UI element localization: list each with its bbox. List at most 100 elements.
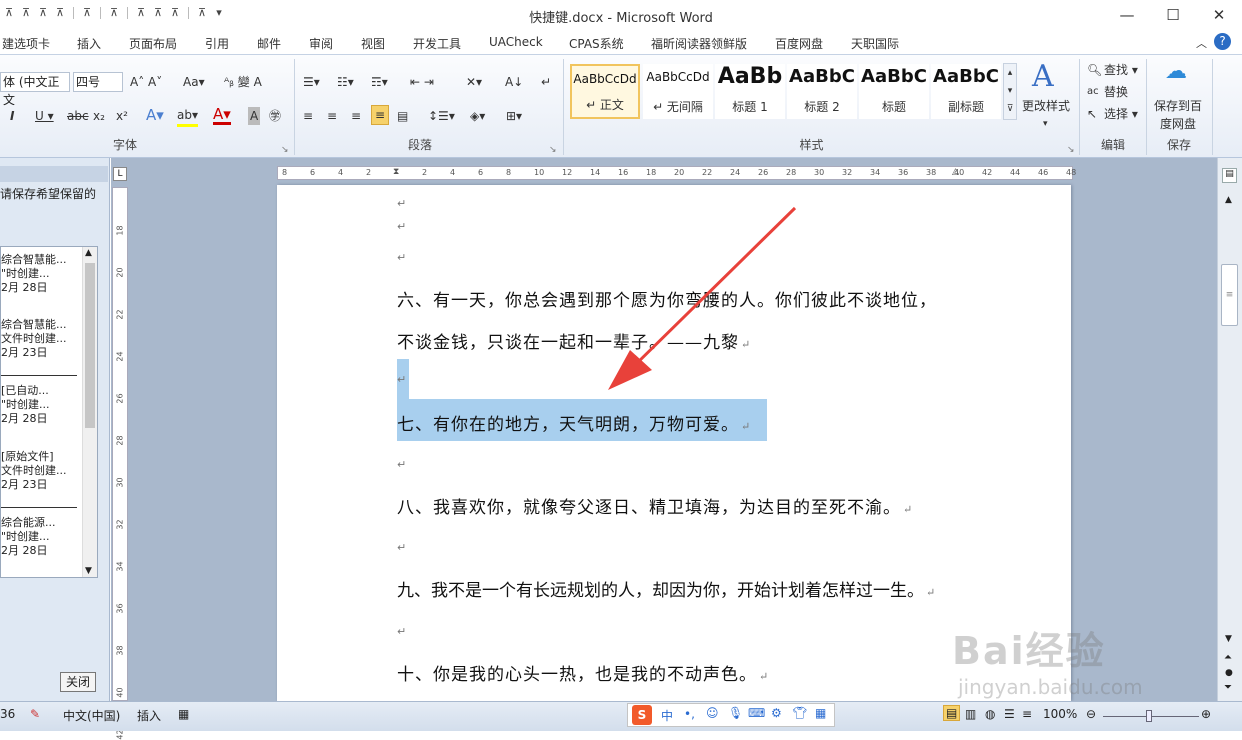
vertical-scrollbar[interactable]: ▤ ▲ ≡ ▼ ⏶ ● ⏷ xyxy=(1217,158,1242,701)
font-name-combo[interactable]: 体 (中文正文 xyxy=(0,72,70,107)
justify-icon[interactable]: ≡ xyxy=(371,105,390,125)
style-subtitle[interactable]: AaBbC 副标题 xyxy=(931,64,1001,119)
zoom-level[interactable]: 100% xyxy=(1043,707,1077,721)
language-status[interactable]: 中文(中国) xyxy=(63,707,120,724)
scroll-thumb[interactable]: ≡ xyxy=(1221,264,1238,326)
tab-foxit[interactable]: 福昕阅读器领鲜版 xyxy=(651,35,747,52)
right-indent-marker-icon[interactable]: △ xyxy=(952,167,960,179)
change-styles-icon[interactable]: A xyxy=(1032,61,1054,93)
list-item[interactable]: [已自动... "时创建... 2月 28日 xyxy=(1,384,50,426)
list-item[interactable]: [原始文件] 文件时创建... 2月 23日 xyxy=(1,450,67,492)
sogou-logo-icon[interactable]: S xyxy=(632,705,652,725)
help-icon[interactable]: ? xyxy=(1214,33,1231,50)
paragraph-8[interactable]: 八、我喜欢你，就像夸父逐日、精卫填海，为达目的至死不渝。 ↵ xyxy=(397,493,913,518)
font-size-combo[interactable]: 四号 xyxy=(73,72,123,92)
web-layout-icon[interactable]: ◍ xyxy=(985,707,995,721)
bullet-list-icon[interactable]: ☰▾ xyxy=(303,73,320,91)
scroll-thumb[interactable] xyxy=(85,263,95,428)
view-ruler-icon[interactable]: ▤ xyxy=(1222,168,1237,183)
decrease-indent-icon[interactable]: ⇤ ⇥ xyxy=(410,73,434,91)
zoom-slider-thumb[interactable] xyxy=(1146,710,1152,722)
browse-object-icon[interactable]: ● xyxy=(1225,668,1233,678)
punctuation-icon[interactable]: •, xyxy=(684,707,695,721)
tab-cpas[interactable]: CPAS系统 xyxy=(569,35,624,52)
emoji-icon[interactable]: ☺ xyxy=(706,706,719,720)
chevron-down-icon[interactable]: ▼ xyxy=(1225,634,1232,644)
enclose-char-icon[interactable]: ㊫ xyxy=(269,107,281,125)
list-scrollbar[interactable]: ▲ ▼ xyxy=(82,247,97,577)
macro-icon[interactable]: ▦ xyxy=(178,707,189,721)
chevron-up-icon[interactable]: ▲ xyxy=(85,248,92,258)
paragraph-10[interactable]: 十、你是我的心头一热，也是我的不动声色。 ↵ xyxy=(397,660,769,685)
change-styles-button[interactable]: 更改样式 xyxy=(1022,97,1070,115)
tab-insert[interactable]: 插入 xyxy=(77,35,101,52)
underline-button[interactable]: U ▾ xyxy=(35,107,54,125)
tab-review[interactable]: 审阅 xyxy=(309,35,333,52)
keyboard-icon[interactable]: ⌨ xyxy=(748,706,765,720)
tools-icon[interactable]: ⚙ xyxy=(771,706,782,720)
numbered-list-icon[interactable]: ☷▾ xyxy=(337,73,354,91)
distributed-icon[interactable]: ▤ xyxy=(397,107,408,125)
dialog-launcher-icon[interactable]: ↘ xyxy=(549,141,557,159)
tab-references[interactable]: 引用 xyxy=(205,35,229,52)
skin-icon[interactable]: 👕︎ xyxy=(792,706,807,720)
prev-page-icon[interactable]: ⏶ xyxy=(1224,652,1232,663)
list-item[interactable]: 综合能源... "时创建... 2月 28日 xyxy=(1,516,56,558)
maximize-button[interactable]: ☐ xyxy=(1150,0,1196,30)
indent-marker-icon[interactable]: ⧗ xyxy=(393,167,403,179)
proofing-icon[interactable]: ✎ xyxy=(30,707,40,721)
multilevel-list-icon[interactable]: ☶▾ xyxy=(371,73,388,91)
text-effect-icon[interactable]: A▾ xyxy=(146,106,164,124)
tab-page-layout[interactable]: 页面布局 xyxy=(129,35,177,52)
list-item[interactable]: 综合智慧能... "时创建... 2月 28日 xyxy=(1,253,67,295)
italic-button[interactable]: I xyxy=(10,107,14,125)
char-shading-icon[interactable]: A xyxy=(248,107,261,125)
page-count[interactable]: 36 xyxy=(0,707,15,721)
find-button[interactable]: 查找 ▾ xyxy=(1104,61,1138,79)
chevron-up-icon[interactable]: ▲ xyxy=(1225,195,1232,205)
dialog-launcher-icon[interactable]: ↘ xyxy=(281,141,289,159)
print-layout-icon[interactable]: ▤ xyxy=(943,705,961,721)
tab-uacheck[interactable]: UACheck xyxy=(489,35,543,49)
replace-button[interactable]: 替换 xyxy=(1104,83,1128,101)
paragraph-9[interactable]: 九、我不是一个有长远规划的人，却因为你，开始计划着怎样过一生。 ↵ xyxy=(397,576,935,601)
tab-new[interactable]: 建选项卡 xyxy=(2,35,50,52)
tab-mailings[interactable]: 邮件 xyxy=(257,35,281,52)
align-center-icon[interactable]: ≡ xyxy=(327,107,337,125)
recovery-list[interactable]: 综合智慧能... "时创建... 2月 28日 综合智慧能... 文件时创建..… xyxy=(0,246,98,578)
dialog-launcher-icon[interactable]: ↘ xyxy=(1067,141,1075,159)
subscript-button[interactable]: x₂ xyxy=(93,107,105,125)
tab-baidu-netdisk[interactable]: 百度网盘 xyxy=(775,35,823,52)
outline-icon[interactable]: ☰ xyxy=(1004,707,1015,721)
tab-tianzhi[interactable]: 天职国际 xyxy=(851,35,899,52)
save-baidu-button[interactable]: 保存到百 度网盘 xyxy=(1154,97,1202,133)
insert-mode[interactable]: 插入 xyxy=(137,707,161,724)
tab-view[interactable]: 视图 xyxy=(361,35,385,52)
paragraph-7-selected[interactable]: 七、有你在的地方，天气明朗，万物可爱。 ↵ xyxy=(397,410,751,435)
ime-language[interactable]: 中 xyxy=(661,707,673,724)
zoom-out-icon[interactable]: ⊖ xyxy=(1086,707,1096,721)
style-heading-2[interactable]: AaBbC 标题 2 xyxy=(787,64,857,119)
zoom-in-icon[interactable]: ⊕ xyxy=(1201,707,1211,721)
minimize-button[interactable]: — xyxy=(1104,0,1150,30)
close-button[interactable]: ✕ xyxy=(1196,0,1242,30)
list-item[interactable]: 综合智慧能... 文件时创建... 2月 23日 xyxy=(1,318,67,360)
select-button[interactable]: 选择 ▾ xyxy=(1104,105,1138,123)
chinese-layout-icon[interactable]: ✕▾ xyxy=(466,73,482,91)
strikethrough-button[interactable]: abc xyxy=(67,107,89,125)
apps-icon[interactable]: ▦ xyxy=(815,706,826,720)
style-title[interactable]: AaBbC 标题 xyxy=(859,64,929,119)
clear-format-icon[interactable]: ᴬᵦ 變 A xyxy=(224,73,262,91)
superscript-button[interactable]: x² xyxy=(116,107,128,125)
horizontal-ruler[interactable]: 8 6 4 2 2 4 6 8 10 12 14 16 18 20 22 24 26 28 30 32 34 36 38 40… xyxy=(277,166,1076,180)
tab-selector[interactable]: L xyxy=(113,167,127,181)
tab-developer[interactable]: 开发工具 xyxy=(413,35,461,52)
grow-font-icon[interactable]: A˄ A˅ xyxy=(130,73,162,91)
next-page-icon[interactable]: ⏷ xyxy=(1224,682,1232,693)
line-spacing-icon[interactable]: ↕☰▾ xyxy=(428,107,455,125)
style-normal[interactable]: AaBbCcDd ↵ 正文 xyxy=(570,64,640,119)
show-marks-icon[interactable]: ↵ xyxy=(541,73,551,91)
style-no-spacing[interactable]: AaBbCcDd ↵ 无间隔 xyxy=(643,64,713,119)
borders-icon[interactable]: ⊞▾ xyxy=(506,107,522,125)
styles-scroll-icon[interactable]: ▴ ▾ ⊽ xyxy=(1003,63,1017,120)
